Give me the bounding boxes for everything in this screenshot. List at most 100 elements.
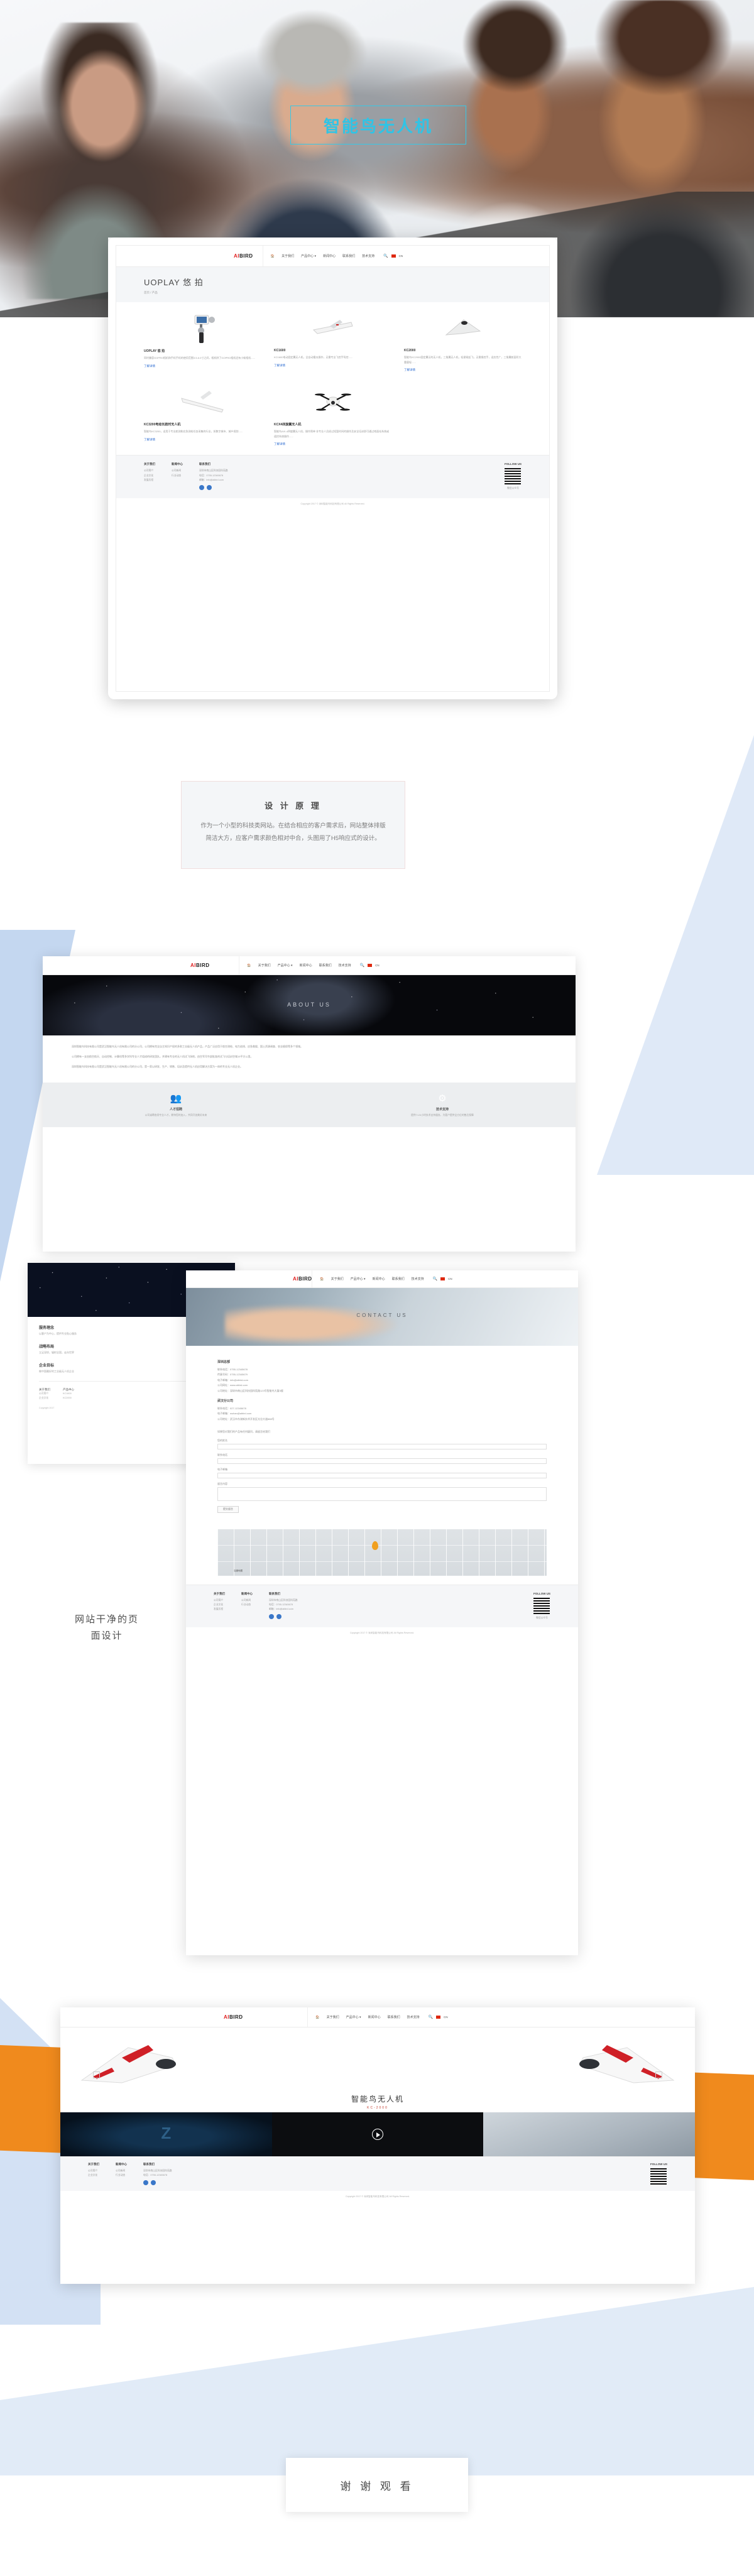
- home-icon[interactable]: 🏠: [271, 254, 275, 258]
- footer-column: 联系我们 深圳市南山区科技园科苑路 电话：0755-12345678: [143, 2163, 634, 2186]
- nav-item-3[interactable]: 联系我们: [342, 254, 355, 258]
- nav-item-0[interactable]: 关于我们: [281, 254, 294, 258]
- arrow-right-icon[interactable]: [655, 2071, 662, 2078]
- footer-col-line[interactable]: 发展历程: [214, 1607, 225, 1612]
- footer-col-line[interactable]: 公司简介: [39, 1392, 50, 1396]
- message-textarea[interactable]: [217, 1487, 547, 1501]
- phone-input[interactable]: [217, 1458, 547, 1464]
- search-icon[interactable]: 🔍: [433, 1277, 437, 1281]
- home-icon[interactable]: 🏠: [315, 2016, 319, 2019]
- footer-col-line[interactable]: KC1600: [63, 1392, 74, 1396]
- footer-col-line[interactable]: 公司新闻: [172, 469, 183, 473]
- home-icon[interactable]: 🏠: [320, 1277, 324, 1281]
- weibo-icon[interactable]: [269, 1614, 274, 1620]
- nav-item-1[interactable]: 产品中心 ▾: [346, 2015, 361, 2019]
- email-input[interactable]: [217, 1472, 547, 1478]
- product-detail-link[interactable]: 了解详情: [274, 442, 391, 446]
- play-icon[interactable]: [372, 2129, 383, 2140]
- quadcopter-drone-icon: [274, 386, 391, 418]
- nav-item-4[interactable]: 技术支持: [412, 1277, 424, 1281]
- nav-item-3[interactable]: 联系我们: [388, 2015, 400, 2019]
- media-tile-hangar[interactable]: [60, 2112, 272, 2156]
- wechat-icon[interactable]: [276, 1614, 281, 1620]
- nav-utilities: 🔍 CN: [374, 254, 403, 258]
- nav-item-3[interactable]: 联系我们: [392, 1277, 405, 1281]
- wechat-icon[interactable]: [207, 484, 212, 490]
- brand-logo[interactable]: AIBIRD: [190, 963, 210, 968]
- product-card[interactable]: UOPLAY 悠 拍 同时兼容GOPRO相机和手机手机的使用范围3.5-6.0寸…: [138, 312, 268, 372]
- footer-col-title: 关于我们: [214, 1591, 225, 1595]
- feature-item[interactable]: 👥 人才招聘 公司诚聘各类专业人才，期待您的加入，共同开创美好未来: [43, 1093, 309, 1117]
- footer-col-line[interactable]: 企业文化: [144, 474, 155, 478]
- footer-column: 关于我们 公司简介 企业文化: [88, 2163, 99, 2185]
- lang-label[interactable]: CN: [399, 254, 403, 258]
- footer-col-title: 联系我们: [143, 2163, 155, 2166]
- nav-item-0[interactable]: 关于我们: [327, 2015, 339, 2019]
- nav-item-3[interactable]: 联系我们: [319, 963, 332, 968]
- nav-item-2[interactable]: 新闻中心: [323, 254, 336, 258]
- search-icon[interactable]: 🔍: [360, 963, 364, 968]
- search-icon[interactable]: 🔍: [383, 254, 388, 258]
- brand-logo[interactable]: AIBIRD: [224, 2014, 243, 2020]
- search-icon[interactable]: 🔍: [429, 2015, 433, 2019]
- footer-col-line[interactable]: 行业动态: [241, 1603, 253, 1607]
- feature-desc: 提供7×24小时技术支持服务，为客户提供全方位的售后保障: [411, 1114, 474, 1117]
- nav-item-4[interactable]: 技术支持: [407, 2015, 420, 2019]
- product-detail-link[interactable]: 了解详情: [144, 364, 261, 368]
- feature-item[interactable]: ⚙ 技术支持 提供7×24小时技术支持服务，为客户提供全方位的售后保障: [309, 1093, 576, 1117]
- nav-item-1[interactable]: 产品中心 ▾: [301, 254, 316, 258]
- footer-col-line[interactable]: KC2000: [63, 1396, 74, 1400]
- lang-label[interactable]: CN: [448, 1277, 452, 1280]
- product-detail-link[interactable]: 了解详情: [144, 438, 261, 442]
- nav-item-0[interactable]: 关于我们: [258, 963, 271, 968]
- lang-label[interactable]: CN: [444, 2016, 448, 2019]
- product-card[interactable]: KC3200电动长航时无人机 智能鸟KC3200，适用于专业航测和应急测绘任务采…: [138, 386, 268, 446]
- media-tile-video[interactable]: [271, 2112, 484, 2156]
- footer-col-line[interactable]: 公司简介: [144, 469, 155, 473]
- drone-image-left: [78, 2039, 185, 2092]
- home-icon[interactable]: 🏠: [247, 964, 251, 968]
- footer-col-line[interactable]: 公司新闻: [241, 1598, 253, 1603]
- footer-col-line[interactable]: 公司简介: [214, 1598, 225, 1603]
- nav-item-4[interactable]: 技术支持: [339, 963, 351, 968]
- footer-column: 新闻中心 公司新闻 行业动态: [241, 1592, 253, 1620]
- arrow-left-icon[interactable]: [93, 2071, 100, 2078]
- wechat-icon[interactable]: [151, 2180, 156, 2186]
- footer-col-line[interactable]: 行业动态: [116, 2173, 127, 2178]
- nav-item-2[interactable]: 新闻中心: [300, 963, 312, 968]
- brand-logo[interactable]: AIBIRD: [234, 253, 253, 259]
- footer-col-line[interactable]: 公司新闻: [116, 2169, 127, 2173]
- weibo-icon[interactable]: [143, 2180, 148, 2186]
- nav-menu: 🏠 关于我们 产品中心 ▾ 新闻中心 联系我们 技术支持: [239, 956, 351, 974]
- nav-item-1[interactable]: 产品中心 ▾: [278, 963, 293, 968]
- nav-item-1[interactable]: 产品中心 ▾: [351, 1277, 366, 1281]
- map-widget[interactable]: 百度地图: [217, 1529, 547, 1576]
- footer-col-line[interactable]: 行业动态: [172, 474, 183, 478]
- footer-col-line[interactable]: 企业文化: [39, 1396, 50, 1400]
- product-card[interactable]: KC1600 KC1600电动固定翼无人机，全自动傻瓜操作，无需专业飞控手驾控.…: [268, 312, 398, 372]
- contact-hero-label: CONTACT US: [356, 1312, 408, 1318]
- product-card[interactable]: KCX4四旋翼无人机 智能鸟AIX-4四旋翼无人机，操作简单 非专业人员经过短暂…: [268, 386, 398, 446]
- product-detail-link[interactable]: 了解详情: [274, 364, 391, 368]
- footer-col-line[interactable]: 企业文化: [214, 1603, 225, 1607]
- nav-item-2[interactable]: 新闻中心: [368, 2015, 381, 2019]
- weibo-icon[interactable]: [199, 484, 204, 490]
- media-tile-workshop[interactable]: [483, 2112, 695, 2156]
- footer-col-line[interactable]: 发展历程: [144, 478, 155, 483]
- name-input[interactable]: [217, 1443, 547, 1449]
- nav-item-2[interactable]: 新闻中心: [373, 1277, 385, 1281]
- product-card[interactable]: KC2000 智能鸟KC2000固定翼泛的无人机，三角翼无人机，轻便易起飞，无需…: [398, 312, 528, 372]
- product-detail-link[interactable]: 了解详情: [404, 368, 522, 372]
- brand-logo[interactable]: AIBIRD: [293, 1276, 312, 1282]
- about-paragraph: 深圳智能鸟科技有限公司是武汉智能鸟无人机有限公司的分公司，是一家以研发、生产、销…: [72, 1064, 243, 1068]
- caption-line-1: 网站干净的页: [74, 1614, 139, 1625]
- nav-item-0[interactable]: 关于我们: [331, 1277, 344, 1281]
- product-card-empty: [398, 386, 528, 446]
- browser-mockup-contact: AIBIRD 🏠 关于我们 产品中心 ▾ 新闻中心 联系我们 技术支持 🔍 CN…: [186, 1270, 578, 1955]
- nav-item-4[interactable]: 技术支持: [362, 254, 374, 258]
- footer-col-line[interactable]: 企业文化: [88, 2173, 99, 2178]
- lang-label[interactable]: CN: [375, 964, 380, 967]
- footer-col-line[interactable]: 公司简介: [88, 2169, 99, 2173]
- social-links: [269, 1614, 517, 1620]
- submit-button[interactable]: 提交留言: [217, 1505, 239, 1513]
